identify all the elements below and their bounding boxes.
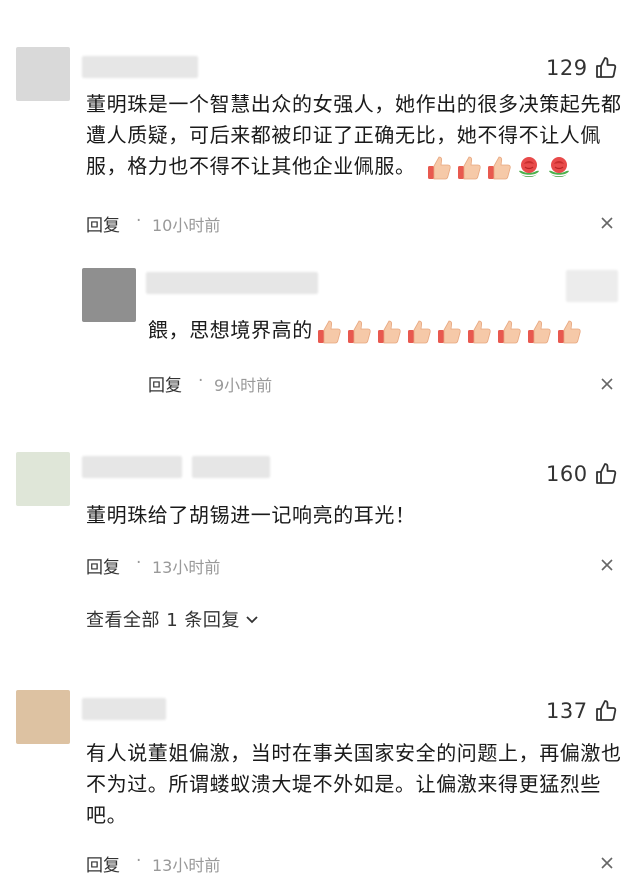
like-count: 160 xyxy=(546,462,588,486)
thumbs-up-emoji-icon xyxy=(527,320,551,343)
like-count: 137 xyxy=(546,699,588,723)
rose-emoji-icon xyxy=(548,156,569,177)
username-blurred xyxy=(192,456,270,478)
emoji-row xyxy=(315,318,583,346)
avatar[interactable] xyxy=(16,452,70,506)
username-blurred[interactable] xyxy=(82,456,182,478)
close-icon[interactable] xyxy=(600,377,614,391)
reply-text: 餵，思想境界高的 xyxy=(148,315,618,346)
comment-text: 有人说董姐偏激，当时在事关国家安全的问题上，再偏激也不为过。所谓蝼蚁溃大堤不外如… xyxy=(86,741,622,827)
close-icon[interactable] xyxy=(600,558,614,572)
thumbs-up-emoji-icon xyxy=(427,156,451,179)
thumbs-up-emoji-icon xyxy=(407,320,431,343)
like-count: 129 xyxy=(546,56,588,80)
thumbs-up-emoji-icon xyxy=(437,320,461,343)
thumbs-up-emoji-icon xyxy=(317,320,341,343)
thumbs-up-icon[interactable] xyxy=(594,56,618,80)
reply-button[interactable]: 回复 xyxy=(86,211,120,236)
thumbs-up-emoji-icon xyxy=(497,320,521,343)
avatar[interactable] xyxy=(16,690,70,744)
close-icon[interactable] xyxy=(600,856,614,870)
avatar[interactable] xyxy=(16,47,70,101)
timestamp: 9小时前 xyxy=(214,376,273,395)
reply-button[interactable]: 回复 xyxy=(86,553,120,578)
close-icon[interactable] xyxy=(600,216,614,230)
username-blurred[interactable] xyxy=(82,56,198,78)
username-blurred[interactable] xyxy=(82,698,166,720)
thumbs-up-emoji-icon xyxy=(377,320,401,343)
timestamp: 10小时前 xyxy=(152,216,221,235)
separator-dot: · xyxy=(136,851,142,871)
rose-emoji-icon xyxy=(518,156,539,177)
reply-button[interactable]: 回复 xyxy=(148,371,182,396)
comment-text: 董明珠是一个智慧出众的女强人，她作出的很多决策起先都遭人质疑，可后来都被印证了正… xyxy=(86,89,626,182)
comment-text: 董明珠给了胡锡进一记响亮的耳光！ xyxy=(86,503,416,527)
thumbs-up-emoji-icon xyxy=(557,320,581,343)
separator-dot: · xyxy=(136,211,142,231)
separator-dot: · xyxy=(198,371,204,391)
view-all-replies-label: 查看全部 1 条回复 xyxy=(86,610,240,631)
thumbs-up-icon[interactable] xyxy=(594,462,618,486)
timestamp: 13小时前 xyxy=(152,558,221,577)
thumbs-up-emoji-icon xyxy=(347,320,371,343)
thumbs-up-emoji-icon xyxy=(467,320,491,343)
avatar[interactable] xyxy=(82,268,136,322)
timestamp: 13小时前 xyxy=(152,856,221,875)
thumbs-up-emoji-icon xyxy=(457,156,481,179)
thumbs-up-emoji-icon xyxy=(487,156,511,179)
thumbs-up-icon[interactable] xyxy=(594,699,618,723)
view-all-replies-link[interactable]: 查看全部 1 条回复 xyxy=(86,606,260,632)
reply-button[interactable]: 回复 xyxy=(86,851,120,876)
emoji-row xyxy=(425,154,573,182)
separator-dot: · xyxy=(136,553,142,573)
chevron-down-icon xyxy=(246,616,258,624)
blurred-region xyxy=(566,270,618,302)
username-blurred[interactable] xyxy=(146,272,318,294)
